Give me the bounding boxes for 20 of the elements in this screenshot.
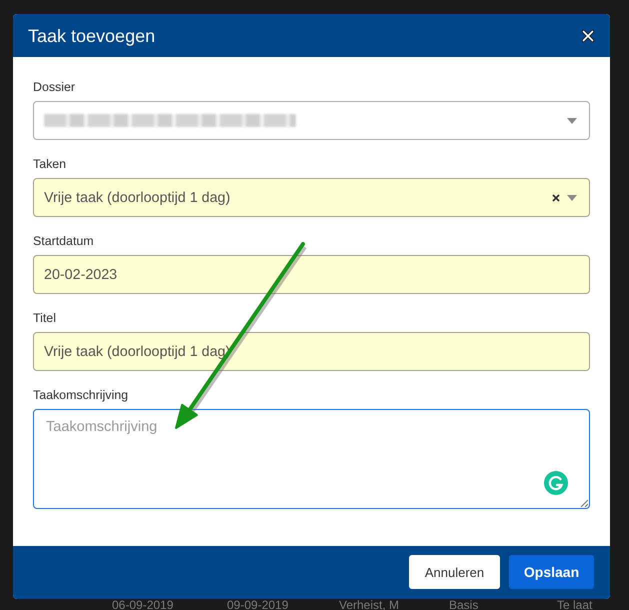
field-label: Startdatum [33,233,94,250]
field-label: Taakomschrijving [33,387,128,404]
save-button[interactable]: Opslaan [509,555,594,589]
close-icon[interactable] [582,30,594,42]
caret-icon[interactable] [567,118,577,124]
resize-handle-icon[interactable] [580,499,588,507]
clear-icon[interactable] [552,194,560,202]
table-cell: Te laat [557,599,592,610]
caret-icon[interactable] [567,194,577,200]
dialog-title: Taak toevoegen [28,24,156,48]
field-label: Dossier [33,79,75,96]
select-field[interactable]: Vrije taak (doorlooptijd 1 dag) [33,178,590,217]
field-label: Taken [33,156,66,173]
select-field[interactable] [33,101,590,140]
text-field[interactable]: 20-02-2023 [33,255,590,294]
table-cell: 06-09-2019 [112,599,174,610]
table-cell: 09-09-2019 [227,599,288,610]
table-cell: Basis [449,599,478,610]
field-label: Titel [33,310,56,327]
cancel-button[interactable]: Annuleren [409,555,500,589]
